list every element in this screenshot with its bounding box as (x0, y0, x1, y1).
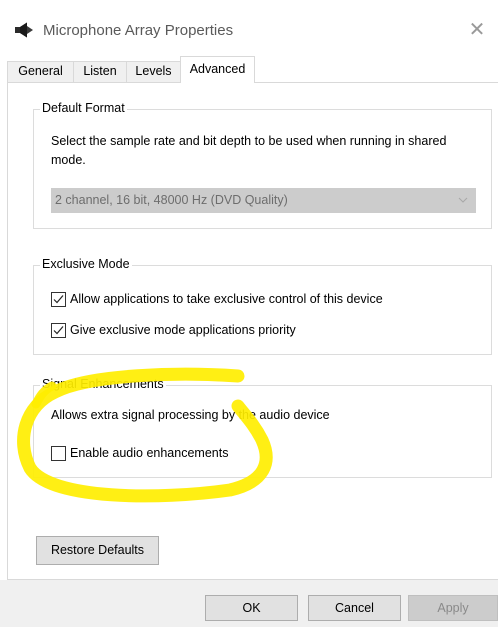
audio-enhancements-option[interactable]: Enable audio enhancements (51, 444, 228, 462)
default-format-description: Select the sample rate and bit depth to … (51, 134, 447, 167)
signal-enhancements-group: Signal Enhancements Allows extra signal … (33, 377, 492, 478)
close-icon: ✕ (468, 18, 486, 41)
tab-advanced[interactable]: Advanced (180, 56, 255, 83)
sample-rate-select[interactable]: 2 channel, 16 bit, 48000 Hz (DVD Quality… (51, 188, 476, 213)
exclusive-priority-checkbox[interactable] (51, 322, 66, 338)
tab-levels[interactable]: Levels (126, 61, 181, 82)
audio-enhancements-label: Enable audio enhancements (70, 446, 229, 460)
exclusive-mode-group: Exclusive Mode Allow applications to tak… (33, 257, 492, 355)
close-button[interactable]: ✕ (462, 14, 492, 44)
exclusive-priority-label: Give exclusive mode applications priorit… (70, 323, 296, 337)
apply-button[interactable]: Apply (408, 595, 498, 621)
tab-general[interactable]: General (7, 61, 74, 82)
restore-defaults-button[interactable]: Restore Defaults (36, 536, 159, 565)
audio-enhancements-checkbox[interactable] (51, 445, 66, 461)
speaker-icon (14, 22, 36, 38)
exclusive-control-checkbox[interactable] (51, 291, 66, 307)
dialog-button-bar: OK Cancel Apply (0, 580, 498, 627)
sample-rate-value: 2 channel, 16 bit, 48000 Hz (DVD Quality… (55, 193, 288, 207)
signal-enhancements-legend: Signal Enhancements (40, 377, 166, 391)
title-bar[interactable]: Microphone Array Properties ✕ (0, 6, 498, 52)
tab-strip: General Listen Levels Advanced (0, 56, 498, 83)
default-format-legend: Default Format (40, 101, 127, 115)
exclusive-control-label: Allow applications to take exclusive con… (70, 292, 383, 306)
ok-button[interactable]: OK (205, 595, 298, 621)
window-title: Microphone Array Properties (43, 22, 234, 39)
advanced-tab-panel: Default Format Select the sample rate an… (7, 82, 498, 580)
tab-listen[interactable]: Listen (73, 61, 127, 82)
cancel-button[interactable]: Cancel (308, 595, 401, 621)
exclusive-control-option[interactable]: Allow applications to take exclusive con… (51, 290, 383, 308)
signal-enhancements-description: Allows extra signal processing by the au… (51, 408, 330, 422)
chevron-down-icon (458, 189, 468, 212)
exclusive-priority-option[interactable]: Give exclusive mode applications priorit… (51, 321, 296, 339)
default-format-group: Default Format Select the sample rate an… (33, 101, 492, 229)
exclusive-mode-legend: Exclusive Mode (40, 257, 132, 271)
